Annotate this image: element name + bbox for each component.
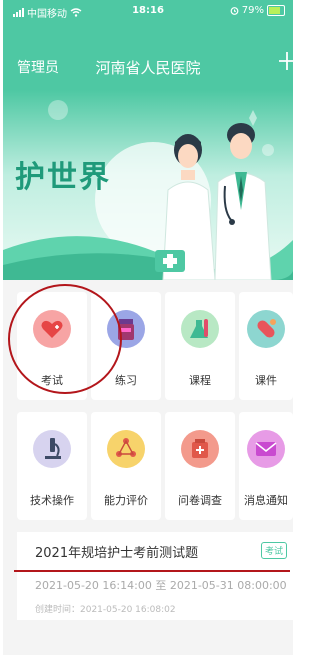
menu-label: 课程 — [189, 374, 211, 387]
exam-title: 2021年规培护士考前测试题 — [35, 546, 199, 561]
menu-label: 消息通知 — [244, 494, 288, 507]
exam-badge: 考试 — [260, 542, 287, 559]
annotation-circle — [8, 284, 122, 394]
menu-label: 能力评价 — [104, 494, 148, 507]
menu-item-survey[interactable]: 问卷调查 — [165, 412, 235, 520]
banner[interactable]: 护世界 — [3, 90, 293, 280]
header: 中国移动 18:16 79% 管理员 河南省人民医院 — [3, 0, 293, 90]
mail-icon — [247, 430, 285, 468]
molecule-icon — [107, 430, 145, 468]
exam-date-range: 2021-05-20 16:14:00 至 2021-05-31 08:00:0… — [35, 579, 287, 592]
annotation-underline — [14, 570, 290, 572]
microscope-icon — [33, 430, 71, 468]
menu-item-evaluation[interactable]: 能力评价 — [91, 412, 161, 520]
kit-icon — [181, 430, 219, 468]
menu-item-course[interactable]: 课程 — [165, 292, 235, 400]
menu-item-technique[interactable]: 技术操作 — [17, 412, 87, 520]
menu-label: 问卷调查 — [178, 494, 222, 507]
status-bar: 中国移动 18:16 79% — [3, 0, 293, 22]
menu-label: 技术操作 — [30, 494, 74, 507]
banner-title: 护世界 — [15, 160, 111, 195]
capsule-icon — [247, 310, 285, 348]
menu-item-courseware[interactable]: 课件 — [239, 292, 293, 400]
battery-icon — [267, 5, 285, 16]
menu-item-notification[interactable]: 消息通知 — [239, 412, 293, 520]
exam-created-time: 创建时间：2021-05-20 16:08:02 — [35, 605, 176, 615]
page-title: 河南省人民医院 — [95, 59, 201, 77]
navbar: 管理员 河南省人民医院 — [3, 48, 293, 82]
exam-card[interactable]: 2021年规培护士考前测试题 考试 2021-05-20 16:14:00 至 … — [17, 532, 293, 620]
plus-icon[interactable] — [277, 50, 293, 76]
alarm-icon — [230, 7, 239, 15]
flask-icon — [181, 310, 219, 348]
battery-percent: 79% — [241, 5, 264, 16]
menu-label: 课件 — [255, 374, 277, 387]
